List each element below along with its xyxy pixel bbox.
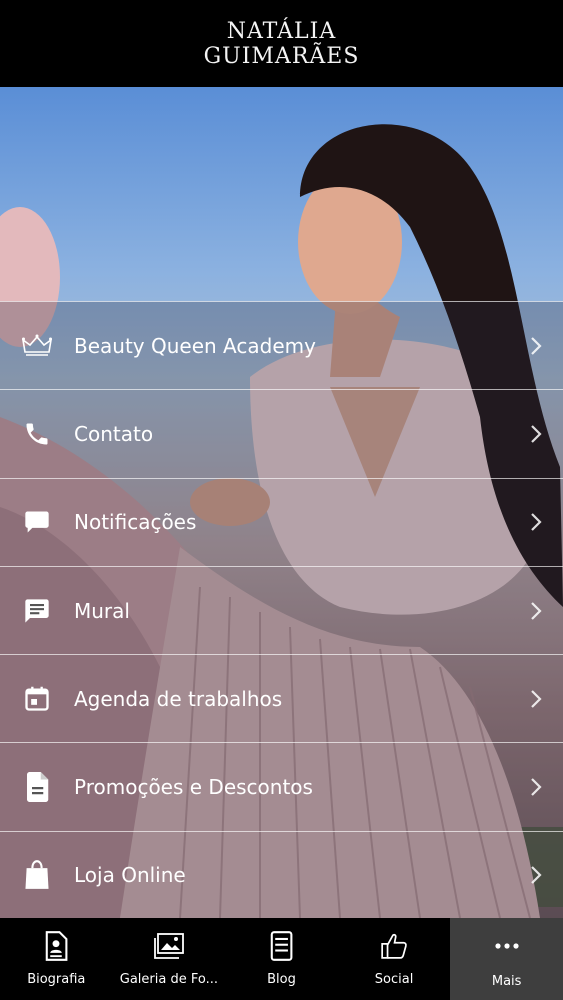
tab-label: Biografia: [27, 972, 86, 987]
chevron-right-icon: [531, 336, 542, 355]
tab-biografia[interactable]: Biografia: [0, 918, 113, 1000]
gallery-icon: [153, 930, 184, 962]
profile-card-icon: [41, 930, 71, 962]
blog-icon: [266, 930, 296, 962]
logo-line-2: GUIMARÃES: [203, 43, 360, 69]
chat-bubble-icon: [22, 507, 52, 537]
shopping-bag-icon: [22, 860, 52, 890]
crown-icon: [22, 331, 52, 361]
menu-item-agenda-de-trabalhos[interactable]: Agenda de trabalhos: [0, 654, 563, 743]
menu-item-notificacoes[interactable]: Notificações: [0, 477, 563, 566]
menu-item-contato[interactable]: Contato: [0, 389, 563, 478]
phone-icon: [22, 419, 52, 449]
chevron-right-icon: [531, 690, 542, 708]
bottom-tab-bar: Biografia Galeria de Fo... Blog Social M…: [0, 918, 563, 1000]
menu-item-label: Promoções e Descontos: [74, 775, 313, 800]
menu-item-label: Agenda de trabalhos: [74, 686, 283, 711]
chevron-right-icon: [531, 513, 542, 532]
menu-item-label: Mural: [74, 598, 130, 623]
tab-label: Galeria de Fo...: [119, 972, 218, 987]
tab-social[interactable]: Social: [338, 918, 451, 1000]
menu-item-beauty-queen-academy[interactable]: Beauty Queen Academy: [0, 301, 563, 390]
tab-blog[interactable]: Blog: [225, 918, 338, 1000]
tab-mais[interactable]: Mais: [450, 918, 563, 1000]
tab-label: Blog: [267, 972, 296, 987]
chevron-right-icon: [531, 601, 542, 620]
thumbs-up-icon: [379, 930, 409, 962]
tab-label: Social: [374, 972, 414, 987]
menu-item-loja-online[interactable]: Loja Online: [0, 830, 563, 920]
tab-galeria-de-fotos[interactable]: Galeria de Fo...: [113, 918, 226, 1000]
chevron-right-icon: [531, 866, 542, 885]
more-menu-list: Beauty Queen Academy Contato Notificaçõe…: [0, 301, 563, 920]
document-icon: [22, 772, 52, 803]
menu-item-mural[interactable]: Mural: [0, 565, 563, 655]
app-header: NATÁLIA GUIMARÃES: [0, 0, 563, 87]
menu-item-label: Notificações: [74, 510, 197, 535]
menu-item-label: Loja Online: [74, 863, 186, 888]
menu-item-label: Beauty Queen Academy: [74, 333, 316, 358]
calendar-icon: [22, 684, 52, 714]
logo-line-1: NATÁLIA: [226, 18, 337, 44]
menu-item-label: Contato: [74, 421, 154, 446]
message-board-icon: [22, 596, 52, 626]
chevron-right-icon: [531, 778, 542, 796]
tab-label: Mais: [491, 974, 522, 989]
menu-item-promocoes-e-descontos[interactable]: Promoções e Descontos: [0, 742, 563, 831]
chevron-right-icon: [531, 425, 542, 443]
more-dots-icon: [492, 930, 522, 962]
